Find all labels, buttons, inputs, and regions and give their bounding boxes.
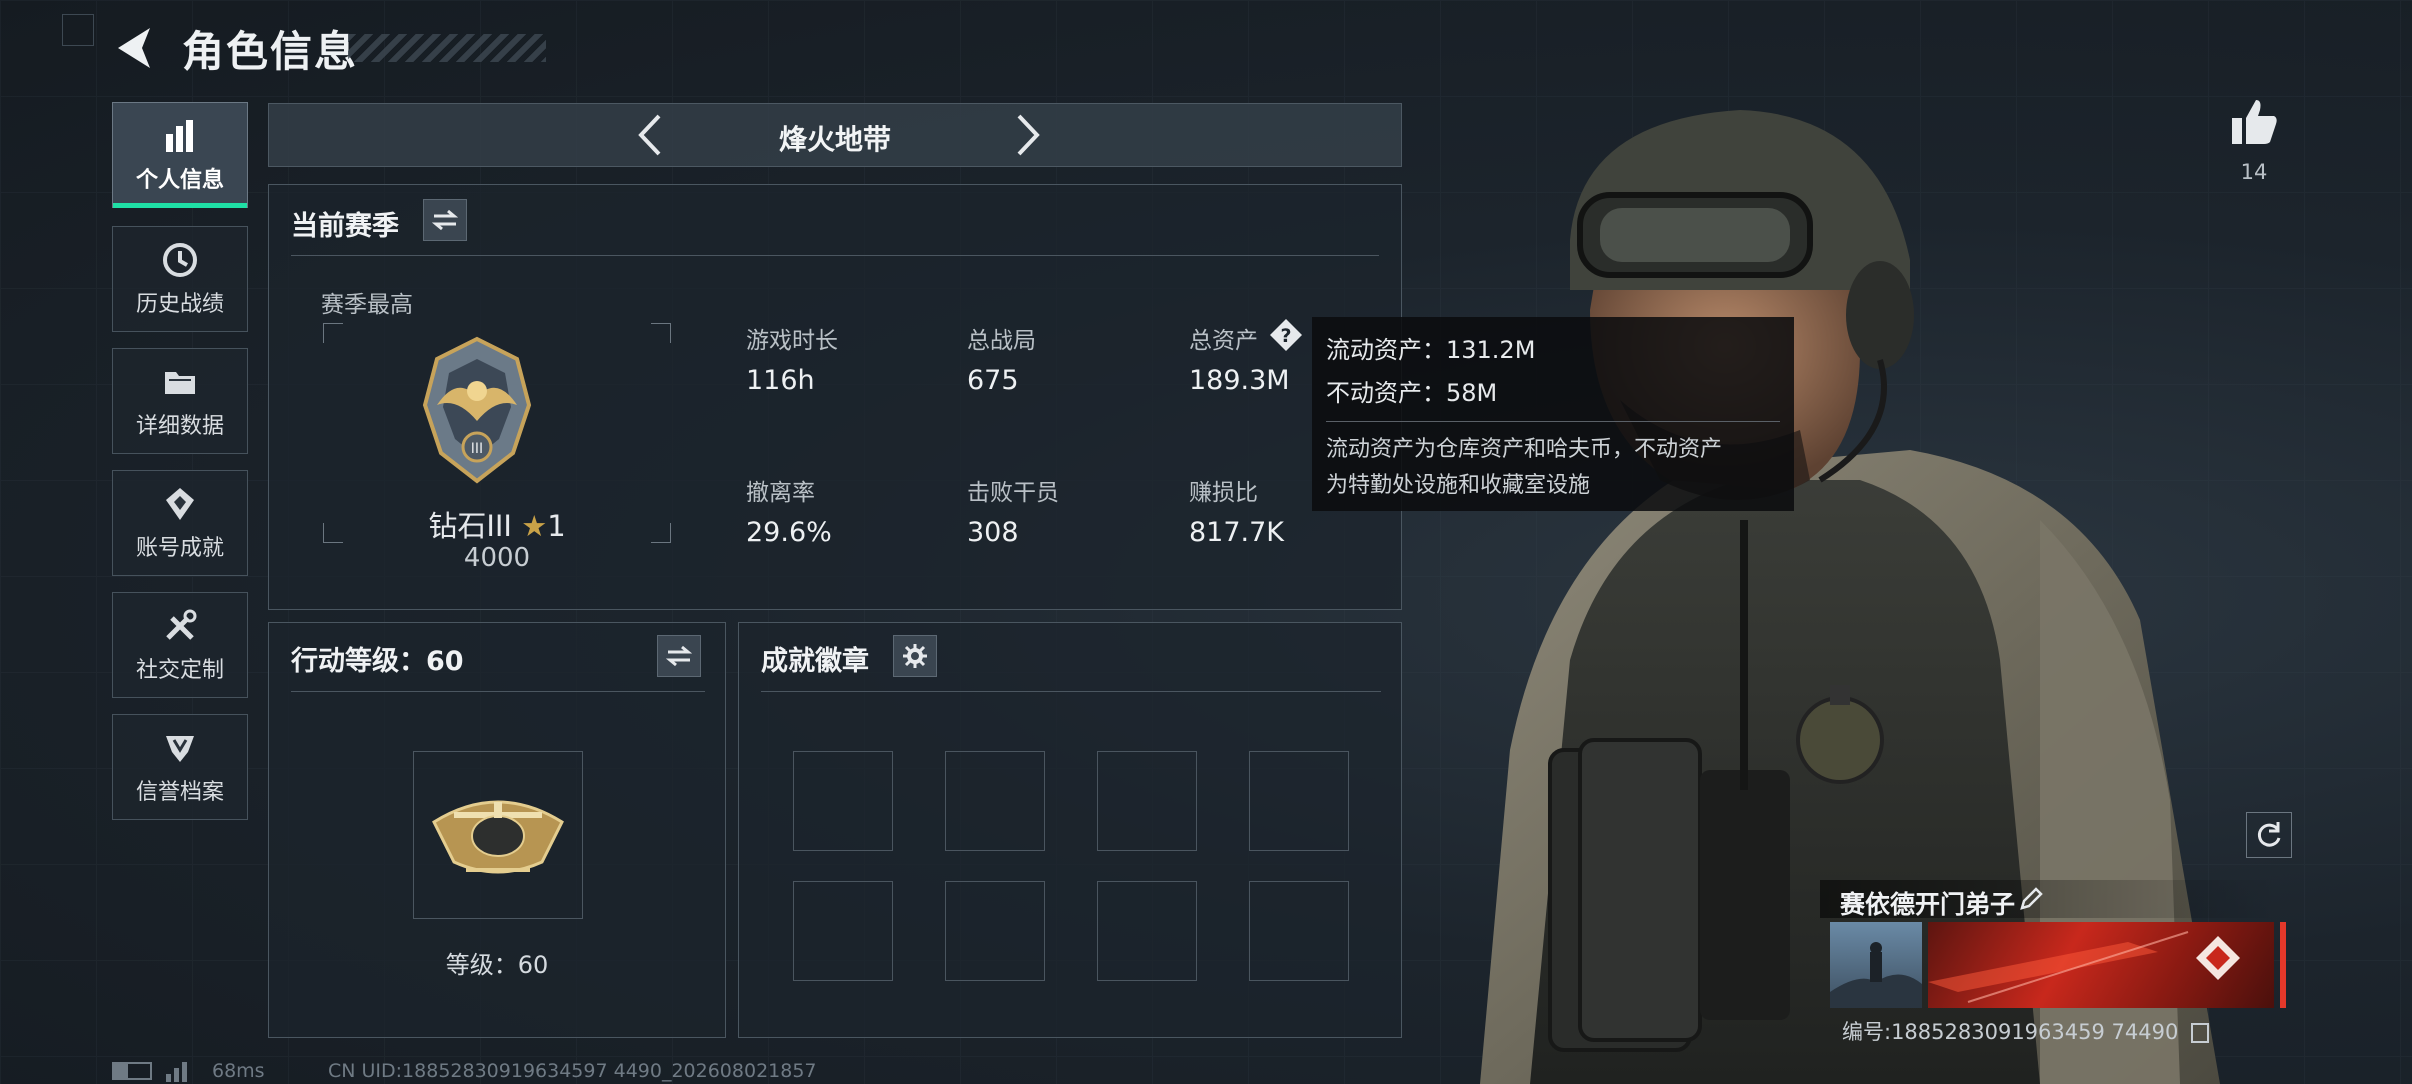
mode-name: 烽火地带 [778, 123, 891, 156]
stat-value: 817.7K [1189, 517, 1285, 548]
badge-slot[interactable] [793, 881, 893, 981]
tooltip-divider [1326, 421, 1780, 422]
divider [761, 691, 1381, 692]
badge-slot[interactable] [1097, 751, 1197, 851]
gear-icon [903, 644, 927, 668]
stat-label: 撤离率 [746, 480, 815, 506]
help-icon[interactable]: ? [1269, 318, 1303, 352]
tooltip-liquid-assets: 流动资产：131.2M [1326, 336, 1536, 364]
rank-badge-icon: III [422, 336, 532, 484]
stat-value: 29.6% [746, 517, 832, 548]
rank-stars: 1 [547, 509, 566, 543]
stat-label: 总战局 [967, 328, 1036, 354]
svg-text:?: ? [1280, 325, 1291, 347]
badge-slot[interactable] [945, 751, 1045, 851]
ping-text: 68ms [212, 1060, 265, 1082]
name-card-banner[interactable] [1928, 922, 2274, 1008]
nickname-bar: 赛依德开门弟子 [1820, 880, 2280, 919]
badge-slot[interactable] [1249, 751, 1349, 851]
swap-button[interactable] [657, 635, 701, 677]
sidebar-item-label: 信誉档案 [135, 780, 224, 805]
badges-panel: 成就徽章 [738, 622, 1402, 1038]
rotate-button[interactable] [2246, 812, 2292, 858]
achievement-icon [160, 484, 200, 524]
season-best-label: 赛季最高 [321, 292, 413, 318]
sidebar-item-reputation[interactable]: 信誉档案 [112, 714, 248, 820]
refresh-icon [2257, 822, 2281, 847]
sidebar-item-detailed-data[interactable]: 详细数据 [112, 348, 248, 454]
stat-label: 总资产 [1189, 328, 1258, 354]
asset-tooltip: 流动资产：131.2M 不动资产：58M 流动资产为仓库资产和哈夫币，不动资产 … [1312, 317, 1794, 511]
sidebar-item-history[interactable]: 历史战绩 [112, 226, 248, 332]
level-text: 等级：60 [445, 951, 549, 979]
card-edge [2280, 922, 2286, 1008]
corner-decoration [62, 14, 94, 46]
star-icon: ★ [521, 509, 548, 543]
swap-icon [666, 645, 692, 667]
action-level-panel: 行动等级：60 等级：60 [268, 622, 726, 1038]
swap-icon [432, 209, 458, 231]
tooltip-desc-line1: 流动资产为仓库资产和哈夫币，不动资产 [1326, 437, 1723, 462]
player-id-text: 编号:1885283091963459 74490 [1842, 1020, 2179, 1044]
sidebar-item-label: 详细数据 [135, 414, 224, 439]
copy-icon[interactable] [2191, 1023, 2210, 1043]
avatar[interactable] [1830, 922, 1922, 1008]
uid-text: CN UID:18852830919634597 4490_2026080218… [328, 1060, 817, 1082]
thumbs-up-icon [2232, 100, 2277, 144]
sidebar-item-label: 个人信息 [135, 168, 224, 193]
sidebar-item-label: 账号成就 [135, 536, 224, 561]
history-icon [160, 240, 200, 280]
sidebar-item-label: 历史战绩 [135, 292, 224, 317]
divider [291, 691, 705, 692]
badge-slot[interactable] [793, 751, 893, 851]
level-emblem-frame [413, 751, 583, 919]
badge-slot[interactable] [1097, 881, 1197, 981]
badge-settings-button[interactable] [893, 635, 937, 677]
season-panel: 当前赛季 赛季最高 III 钻石III ★1 4000 游戏时长 116h 总战… [268, 184, 1402, 610]
badge-slot[interactable] [945, 881, 1045, 981]
svg-text:III: III [471, 441, 483, 457]
page-title: 角色信息 [182, 27, 359, 76]
sidebar-item-personal-info[interactable]: 个人信息 [112, 102, 248, 208]
badge-slot[interactable] [1249, 881, 1349, 981]
back-arrow-icon[interactable] [110, 22, 158, 74]
mode-selector: 烽火地带 [268, 103, 1402, 167]
like-count: 14 [2240, 160, 2268, 184]
battery-icon [112, 1062, 152, 1080]
swap-button[interactable] [423, 199, 467, 241]
divider [291, 255, 1379, 256]
season-title: 当前赛季 [291, 211, 399, 242]
tools-icon [160, 606, 200, 646]
stat-value: 308 [967, 517, 1019, 548]
action-level-title: 行动等级：60 [291, 646, 464, 677]
stat-value: 116h [746, 365, 815, 396]
chevron-right-icon[interactable] [1003, 112, 1049, 158]
nickname: 赛依德开门弟子 [1840, 890, 2016, 919]
sidebar-item-label: 社交定制 [135, 658, 224, 683]
sidebar-item-social-custom[interactable]: 社交定制 [112, 592, 248, 698]
edit-pencil-icon[interactable] [2018, 886, 2044, 912]
title-decoration [348, 34, 546, 62]
sidebar-item-achievements[interactable]: 账号成就 [112, 470, 248, 576]
stat-value: 189.3M [1189, 365, 1290, 396]
badges-title: 成就徽章 [761, 646, 869, 677]
tooltip-desc-line2: 为特勤处设施和收藏室设施 [1326, 473, 1591, 498]
stat-value: 675 [967, 365, 1019, 396]
rank-score: 4000 [463, 543, 531, 573]
reputation-icon [160, 728, 200, 768]
like-button[interactable] [2228, 96, 2280, 148]
player-id: 编号:1885283091963459 74490 [1842, 1016, 2210, 1046]
bar-chart-icon [160, 116, 200, 156]
stat-label: 击败干员 [967, 480, 1059, 506]
rank-name: 钻石III [428, 509, 512, 543]
stat-label: 赚损比 [1189, 480, 1258, 506]
signal-icon [166, 1062, 187, 1082]
rank-line: 钻石III ★1 [323, 503, 671, 545]
tooltip-fixed-assets: 不动资产：58M [1326, 379, 1498, 407]
stat-label: 游戏时长 [746, 328, 838, 354]
helicopter-emblem-icon [432, 800, 564, 874]
folder-icon [160, 362, 200, 402]
